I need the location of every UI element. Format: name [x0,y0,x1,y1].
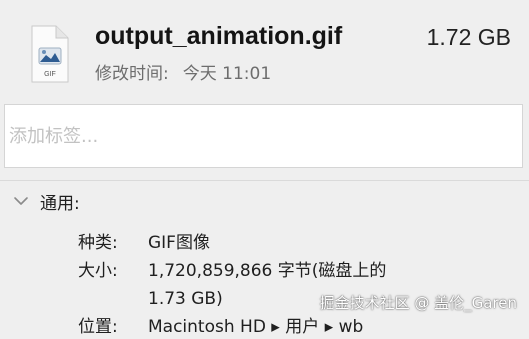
where-label: 位置: [78,317,118,337]
size-value-continued: 1.73 GB) [148,289,223,309]
kind-value: GIF图像 [148,233,210,253]
size-value: 1,720,859,866 字节(磁盘上的 [148,261,387,281]
section-divider [0,180,529,181]
tags-input[interactable] [4,104,523,168]
kind-label: 种类: [78,233,118,253]
file-header: GIF output_animation.gif 1.72 GB 修改时间: 今天… [0,0,529,96]
size-label: 大小: [78,261,118,281]
file-size: 1.72 GB [426,24,511,50]
modified-value: 今天 11:01 [182,64,272,84]
watermark: 掘金技术社区 @ 盖伦_Garen [319,294,517,312]
file-icon-badge: GIF [44,71,56,78]
chevron-down-icon [14,197,28,205]
modified-info: 修改时间: 今天 11:01 [95,62,271,86]
where-value: Macintosh HD ▸ 用户 ▸ wb [148,317,364,337]
general-section-title: 通用: [40,193,80,214]
modified-label: 修改时间: [95,64,169,84]
gif-file-icon: GIF [31,25,69,83]
file-name: output_animation.gif [95,22,343,50]
general-section-toggle[interactable]: 通用: [12,188,80,214]
